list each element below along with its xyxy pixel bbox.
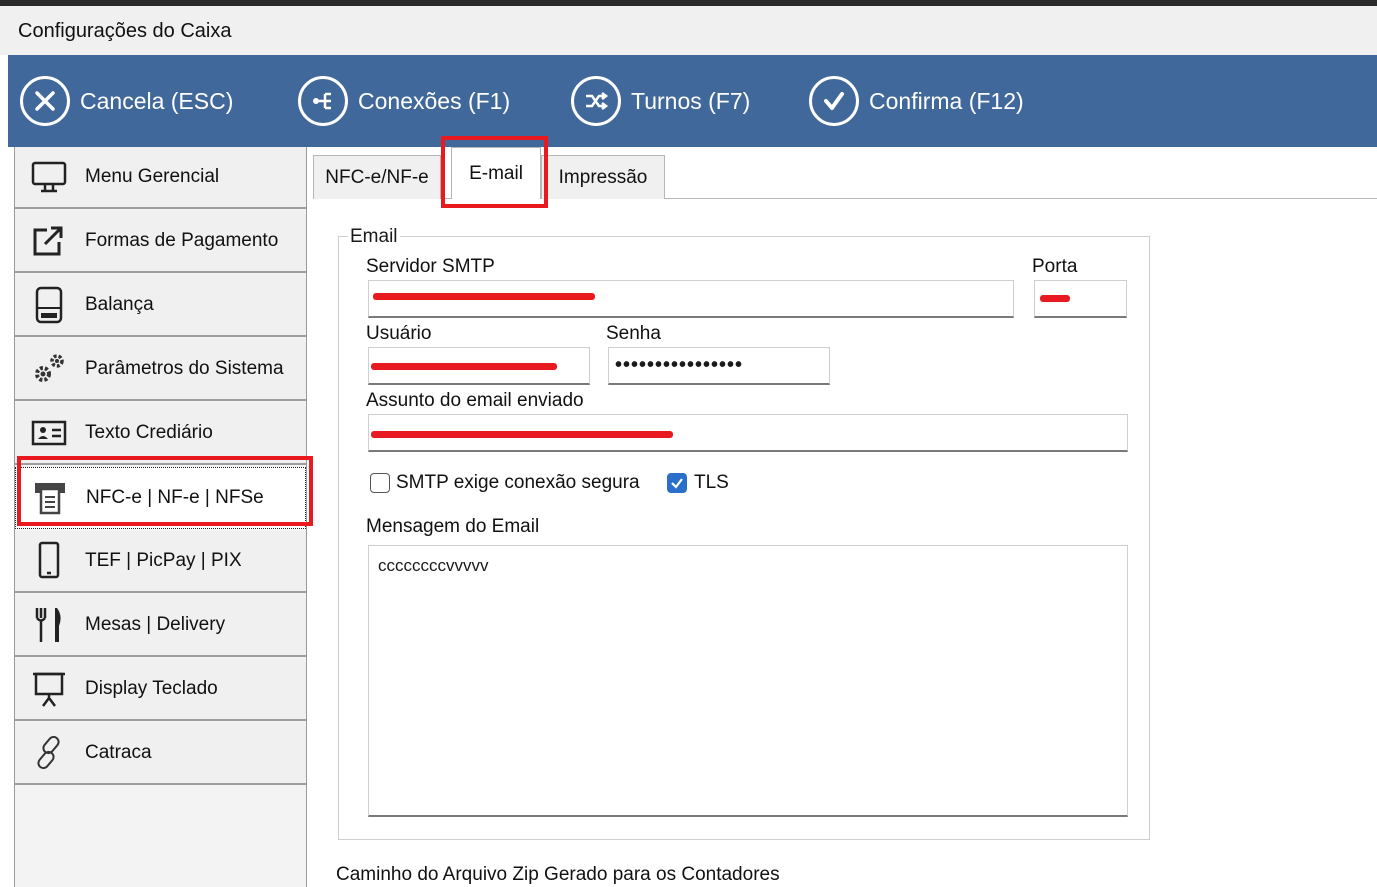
sidebar-item-display-teclado[interactable]: Display Teclado bbox=[15, 659, 306, 721]
email-group-title: Email bbox=[348, 226, 400, 248]
sidebar-item-texto-crediario[interactable]: Texto Crediário bbox=[15, 403, 306, 465]
smartphone-icon bbox=[29, 541, 69, 581]
port-input[interactable] bbox=[1034, 280, 1127, 318]
receipt-printer-icon bbox=[30, 478, 70, 518]
zip-path-label: Caminho do Arquivo Zip Gerado para os Co… bbox=[336, 864, 780, 885]
gears-icon bbox=[29, 349, 69, 389]
utensils-icon bbox=[29, 605, 69, 645]
secure-smtp-label: SMTP exige conexão segura bbox=[396, 472, 640, 493]
tab-impressao[interactable]: Impressão bbox=[541, 155, 665, 199]
subject-label: Assunto do email enviado bbox=[366, 390, 584, 411]
confirm-button-label: Confirma (F12) bbox=[869, 87, 1024, 114]
password-label: Senha bbox=[606, 323, 661, 344]
sidebar-item-label: Display Teclado bbox=[85, 678, 218, 699]
tab-label: E-mail bbox=[469, 162, 523, 184]
close-icon bbox=[20, 76, 70, 126]
redaction-mark bbox=[373, 293, 595, 300]
cancel-button[interactable]: Cancela (ESC) bbox=[20, 75, 233, 127]
shuffle-icon bbox=[571, 76, 621, 126]
sidebar-item-label: Parâmetros do Sistema bbox=[85, 358, 284, 379]
smtp-server-input[interactable] bbox=[368, 280, 1014, 318]
sidebar-item-label: Menu Gerencial bbox=[85, 166, 220, 187]
redaction-mark bbox=[371, 431, 673, 438]
presentation-board-icon bbox=[29, 669, 69, 709]
tab-email[interactable]: E-mail bbox=[451, 147, 541, 199]
sidebar: Menu Gerencial Formas de Pagamento Balan… bbox=[14, 147, 307, 887]
network-share-icon bbox=[298, 76, 348, 126]
check-icon bbox=[809, 76, 859, 126]
check-icon bbox=[671, 478, 683, 489]
cancel-button-label: Cancela (ESC) bbox=[80, 87, 234, 114]
action-toolbar: Cancela (ESC) Conexões (F1) Turnos (F7) … bbox=[8, 55, 1377, 147]
sidebar-item-parametros-do-sistema[interactable]: Parâmetros do Sistema bbox=[15, 339, 306, 401]
password-input[interactable]: •••••••••••••••• bbox=[608, 347, 830, 385]
message-label: Mensagem do Email bbox=[366, 516, 540, 537]
window-title-bar: Configurações do Caixa bbox=[0, 0, 1377, 55]
sidebar-item-label: Catraca bbox=[85, 742, 152, 763]
shifts-button-label: Turnos (F7) bbox=[631, 87, 751, 114]
smtp-server-label: Servidor SMTP bbox=[366, 256, 495, 277]
connections-button[interactable]: Conexões (F1) bbox=[298, 75, 510, 127]
user-input[interactable] bbox=[368, 347, 590, 385]
subject-input[interactable] bbox=[368, 414, 1128, 452]
shifts-button[interactable]: Turnos (F7) bbox=[571, 75, 750, 127]
tab-label: Impressão bbox=[558, 166, 648, 188]
redaction-mark bbox=[371, 363, 557, 370]
window-title: Configurações do Caixa bbox=[18, 20, 232, 42]
tls-label: TLS bbox=[694, 472, 729, 493]
secure-smtp-checkbox[interactable] bbox=[370, 473, 390, 493]
sidebar-item-label: Formas de Pagamento bbox=[85, 230, 279, 251]
monitor-icon bbox=[29, 157, 69, 197]
sidebar-item-label: Balança bbox=[85, 294, 154, 315]
user-label: Usuário bbox=[366, 323, 432, 344]
sidebar-item-balanca[interactable]: Balança bbox=[15, 275, 306, 337]
sidebar-item-label: Texto Crediário bbox=[85, 422, 213, 443]
sidebar-item-label: TEF | PicPay | PIX bbox=[85, 550, 242, 571]
message-textarea[interactable]: ccccccccvvvvv bbox=[368, 545, 1128, 817]
sidebar-item-mesas-delivery[interactable]: Mesas | Delivery bbox=[15, 595, 306, 657]
link-icon bbox=[29, 733, 69, 773]
tab-nfce-nfe[interactable]: NFC-e/NF-e bbox=[313, 155, 441, 199]
sidebar-item-catraca[interactable]: Catraca bbox=[15, 723, 306, 785]
tab-label: NFC-e/NF-e bbox=[325, 166, 429, 188]
id-card-icon bbox=[29, 413, 69, 453]
tls-checkbox[interactable] bbox=[667, 473, 687, 493]
sidebar-item-formas-de-pagamento[interactable]: Formas de Pagamento bbox=[15, 211, 306, 273]
sidebar-item-label: NFC-e | NF-e | NFSe bbox=[86, 487, 264, 508]
sidebar-item-label: Mesas | Delivery bbox=[85, 614, 226, 635]
external-link-icon bbox=[29, 221, 69, 261]
connections-button-label: Conexões (F1) bbox=[358, 87, 511, 114]
port-label: Porta bbox=[1032, 256, 1078, 277]
sidebar-item-tef-picpay-pix[interactable]: TEF | PicPay | PIX bbox=[15, 531, 306, 593]
confirm-button[interactable]: Confirma (F12) bbox=[809, 75, 1024, 127]
sidebar-item-menu-gerencial[interactable]: Menu Gerencial bbox=[15, 147, 306, 209]
redaction-mark bbox=[1040, 295, 1070, 302]
scale-icon bbox=[29, 285, 69, 325]
sidebar-item-nfce-nfe-nfse[interactable]: NFC-e | NF-e | NFSe bbox=[15, 467, 306, 529]
